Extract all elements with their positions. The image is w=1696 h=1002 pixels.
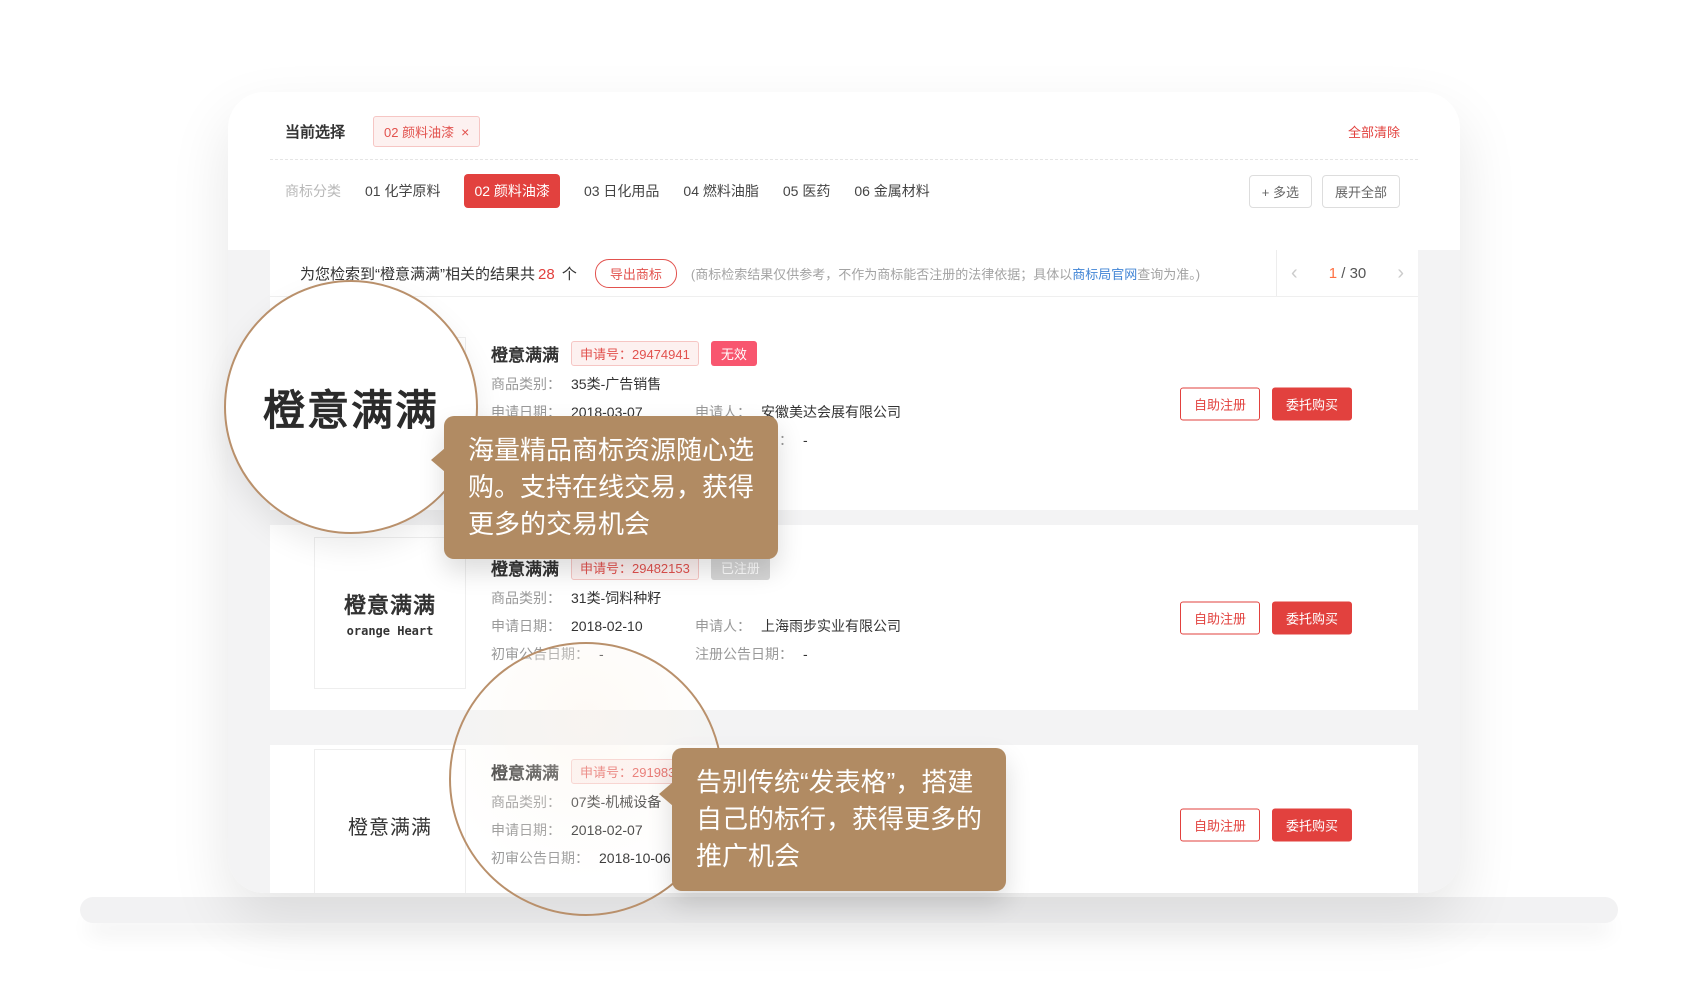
chevron-right-icon[interactable]: ›	[1397, 263, 1404, 283]
current-page: 1	[1329, 265, 1337, 282]
disclaimer-text: (商标检索结果仅供参考，不作为商标能否注册的法律依据；具体以商标局官网查询为准。…	[691, 264, 1200, 283]
total-pages: 30	[1350, 265, 1367, 282]
field-value: -	[803, 430, 808, 450]
current-selection-bar: 当前选择 02 颜料油漆 × 全部清除	[228, 92, 1460, 159]
field-label: 商品类别：	[491, 588, 561, 608]
self-register-button[interactable]: 自助注册	[1180, 387, 1260, 420]
status-badge: 无效	[711, 341, 757, 366]
field-value: -	[803, 644, 808, 664]
application-number-label: 申请号：	[580, 347, 632, 362]
self-register-button[interactable]: 自助注册	[1180, 601, 1260, 634]
pagination: ‹ 1 / 30 ›	[1276, 250, 1418, 296]
clear-all-button[interactable]: 全部清除	[1348, 122, 1400, 141]
trademark-image-text: 橙意满满	[344, 588, 436, 620]
field-label: 申请日期：	[491, 616, 561, 636]
trademark-image-subtext: orange Heart	[347, 624, 434, 638]
field-value: 2018-02-10	[571, 616, 643, 636]
category-item-05[interactable]: 05 医药	[783, 177, 830, 205]
field-pair: 申请日期： 2018-02-10	[491, 616, 695, 636]
close-icon[interactable]: ×	[461, 125, 469, 139]
category-item-04[interactable]: 04 燃料油脂	[683, 177, 758, 205]
category-item-03[interactable]: 03 日化用品	[584, 177, 659, 205]
application-number-value: 29474941	[632, 347, 690, 362]
magnifier-lens: 橙意满满	[224, 280, 478, 534]
page-indicator: 1 / 30	[1329, 265, 1367, 282]
row-actions: 自助注册 委托购买	[1180, 601, 1352, 634]
multi-select-button[interactable]: + 多选	[1249, 175, 1312, 208]
trademark-image[interactable]: 橙意满满	[314, 749, 466, 893]
category-item-06[interactable]: 06 金属材料	[854, 177, 929, 205]
trademark-office-link[interactable]: 商标局官网	[1072, 267, 1137, 282]
category-bar: 商标分类 01 化学原料 02 颜料油漆 03 日化用品 04 燃料油脂 05 …	[228, 160, 1460, 224]
laptop-base-bar	[80, 897, 1618, 923]
selected-filter-tag[interactable]: 02 颜料油漆 ×	[373, 116, 480, 147]
category-bar-buttons: + 多选 展开全部	[1249, 175, 1400, 208]
application-number-label: 申请号：	[580, 561, 632, 576]
bubble-arrow	[659, 782, 673, 806]
tooltip-text: 海量精品商标资源随心选购。支持在线交易，获得更多的交易机会	[468, 435, 754, 539]
expand-all-button[interactable]: 展开全部	[1322, 175, 1400, 208]
bubble-arrow	[431, 448, 445, 472]
results-count: 28	[538, 266, 555, 283]
trademark-name: 橙意满满	[491, 341, 559, 366]
field-label: 注册公告日期：	[695, 644, 793, 664]
current-selection-label: 当前选择	[285, 121, 345, 142]
category-bar-label: 商标分类	[285, 181, 341, 201]
self-register-button[interactable]: 自助注册	[1180, 809, 1260, 842]
entrust-buy-button[interactable]: 委托购买	[1272, 809, 1352, 842]
magnified-trademark-text: 橙意满满	[263, 377, 439, 438]
application-number-value: 29482153	[632, 561, 690, 576]
field-pair: 注册公告日期：-	[695, 644, 808, 664]
results-summary-bar: 为您检索到“橙意满满”相关的结果共28 个 导出商标 (商标检索结果仅供参考，不…	[270, 250, 1418, 297]
export-trademarks-button[interactable]: 导出商标	[595, 259, 677, 288]
trademark-image-text: 橙意满满	[348, 811, 432, 840]
field-value: 35类-广告销售	[571, 374, 661, 394]
application-number-tag: 申请号：29474941	[571, 341, 699, 366]
entrust-buy-button[interactable]: 委托购买	[1272, 601, 1352, 634]
table-row: 橙意满满 orange Heart 橙意满满 申请号：29482153 已注册 …	[270, 525, 1418, 710]
disclaimer-post: 查询为准。)	[1137, 267, 1200, 282]
results-unit: 个	[562, 266, 577, 283]
field-pair: 申请人： 上海雨步实业有限公司	[695, 616, 901, 636]
field-value: 安徽美达会展有限公司	[761, 402, 901, 422]
field-label: 商品类别：	[491, 374, 561, 394]
row-actions: 自助注册 委托购买	[1180, 387, 1352, 420]
category-item-02-active[interactable]: 02 颜料油漆	[464, 174, 559, 208]
page-separator: /	[1341, 265, 1345, 282]
trademark-title-line: 橙意满满 申请号：29474941 无效	[491, 341, 1418, 366]
field-pair: 商品类别： 35类-广告销售	[491, 374, 661, 394]
field-value: 31类-饲料种籽	[571, 588, 661, 608]
selected-filter-tag-text: 02 颜料油漆	[384, 122, 454, 141]
trademark-image[interactable]: 橙意满满 orange Heart	[314, 537, 466, 689]
page: 当前选择 02 颜料油漆 × 全部清除 商标分类 01 化学原料 02 颜料油漆…	[0, 0, 1696, 1002]
tooltip-bubble: 海量精品商标资源随心选购。支持在线交易，获得更多的交易机会	[444, 416, 778, 559]
row-actions: 自助注册 委托购买	[1180, 809, 1352, 842]
disclaimer-pre: (商标检索结果仅供参考，不作为商标能否注册的法律依据；具体以	[691, 267, 1072, 282]
tooltip-bubble: 告别传统“发表格”，搭建自己的标行，获得更多的推广机会	[672, 748, 1006, 891]
field-value: 上海雨步实业有限公司	[761, 616, 901, 636]
field-label: 申请人：	[695, 616, 751, 636]
category-item-01[interactable]: 01 化学原料	[365, 177, 440, 205]
tooltip-text: 告别传统“发表格”，搭建自己的标行，获得更多的推广机会	[696, 767, 982, 871]
field-pair: 商品类别： 31类-饲料种籽	[491, 588, 661, 608]
entrust-buy-button[interactable]: 委托购买	[1272, 387, 1352, 420]
chevron-left-icon[interactable]: ‹	[1291, 263, 1298, 283]
